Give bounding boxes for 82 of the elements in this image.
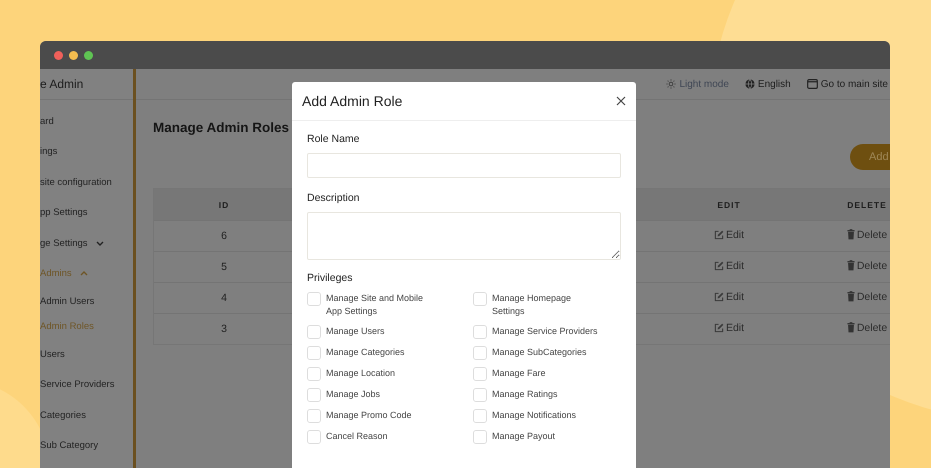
trash-icon [846, 291, 855, 302]
trash-icon [846, 229, 855, 240]
topbar-link[interactable]: Light mode [666, 78, 729, 90]
table-cell-text: 4 [220, 292, 228, 304]
sidebar-item[interactable]: Categories [40, 400, 133, 430]
checkbox[interactable] [473, 430, 487, 444]
checkbox[interactable] [307, 430, 321, 444]
section-label: Privileges [307, 272, 354, 284]
role-name-field[interactable] [307, 153, 621, 178]
chevron-down-icon [96, 240, 104, 247]
column-header: ID [218, 200, 230, 210]
sun-icon [666, 79, 676, 89]
table-cell-text: 3 [220, 323, 228, 335]
topbar-link[interactable]: Go to main site [806, 78, 888, 90]
checkbox[interactable] [307, 292, 321, 306]
close-dot[interactable] [54, 50, 63, 60]
modal-title: Add Admin Role [302, 93, 402, 109]
checkbox-label: Manage Location [326, 367, 396, 380]
checkbox-label: Manage Ratings [492, 388, 559, 401]
checkbox-label: Manage SubCategories [492, 346, 588, 359]
sidebar-item[interactable]: pp Settings [40, 198, 133, 228]
trash-icon [846, 322, 855, 334]
checkbox-label: Manage Promo Code [326, 409, 413, 422]
chevron-up-icon [80, 270, 88, 278]
close-icon[interactable] [616, 96, 626, 106]
sidebar-item[interactable]: Admin Users [40, 289, 133, 314]
sidebar-item[interactable]: site configuration [40, 167, 133, 198]
checkbox[interactable] [307, 367, 321, 381]
checkbox-label: Manage Categories [326, 346, 406, 359]
sidebar-item[interactable]: Service Providers [40, 370, 133, 400]
delete-link[interactable]: Delete [846, 322, 888, 334]
checkbox-label: Manage Homepage Settings [492, 292, 572, 318]
checkbox-label: Manage Jobs [326, 388, 382, 401]
checkbox[interactable] [473, 346, 487, 360]
window-icon [806, 79, 818, 89]
page-title: Manage Admin Roles [153, 120, 290, 135]
delete-link[interactable]: Delete [846, 290, 888, 303]
delete-link[interactable]: Delete [846, 228, 888, 241]
field-label: Role Name [307, 133, 361, 145]
sidebar-item[interactable]: ard [40, 106, 133, 136]
checkbox-label: Manage Notifications [492, 409, 578, 422]
checkbox-label: Manage Site and Mobile App Settings [326, 292, 424, 318]
checkbox[interactable] [473, 409, 487, 423]
edit-link[interactable]: Edit [714, 229, 744, 241]
edit-link[interactable]: Edit [714, 291, 744, 303]
checkbox[interactable] [307, 409, 321, 423]
checkbox-label: Manage Payout [492, 430, 556, 443]
add-button[interactable]: Add [850, 144, 890, 170]
field-label: Description [307, 192, 361, 204]
sidebar-item[interactable]: ings [40, 136, 133, 167]
checkbox-label: Manage Service Providers [492, 325, 599, 338]
column-header: DELETE [846, 200, 888, 210]
pencil-square-icon [714, 292, 724, 302]
checkbox-label: Cancel Reason [326, 430, 389, 443]
sidebar-item[interactable]: Sub Category [40, 430, 133, 461]
description-field[interactable] [307, 212, 621, 260]
edit-link[interactable]: Edit [714, 260, 744, 272]
checkbox-label: Manage Fare [492, 367, 547, 380]
checkbox[interactable] [473, 325, 487, 339]
checkbox-label: Manage Users [326, 325, 386, 338]
trash-icon [846, 260, 855, 272]
maximize-dot[interactable] [84, 50, 93, 60]
minimize-dot[interactable] [69, 50, 78, 60]
pencil-square-icon [714, 230, 724, 240]
column-header: EDIT [716, 200, 742, 210]
table-cell-text: 5 [220, 261, 228, 273]
sidebar-item[interactable]: ge Settings [40, 228, 133, 258]
topbar-link[interactable]: English [744, 78, 791, 90]
checkbox[interactable] [307, 388, 321, 402]
checkbox[interactable] [473, 367, 487, 381]
sidebar-item[interactable]: Users [40, 339, 133, 370]
sidebar-title: e Admin [40, 77, 84, 91]
checkbox[interactable] [307, 346, 321, 360]
pencil-square-icon [714, 323, 724, 333]
checkbox[interactable] [307, 325, 321, 339]
edit-link[interactable]: Edit [714, 322, 744, 334]
checkbox[interactable] [473, 292, 487, 306]
table-cell-text: 6 [220, 230, 228, 242]
checkbox[interactable] [473, 388, 487, 402]
pencil-square-icon [714, 261, 724, 271]
globe-icon [744, 79, 755, 89]
delete-link[interactable]: Delete [846, 260, 888, 272]
